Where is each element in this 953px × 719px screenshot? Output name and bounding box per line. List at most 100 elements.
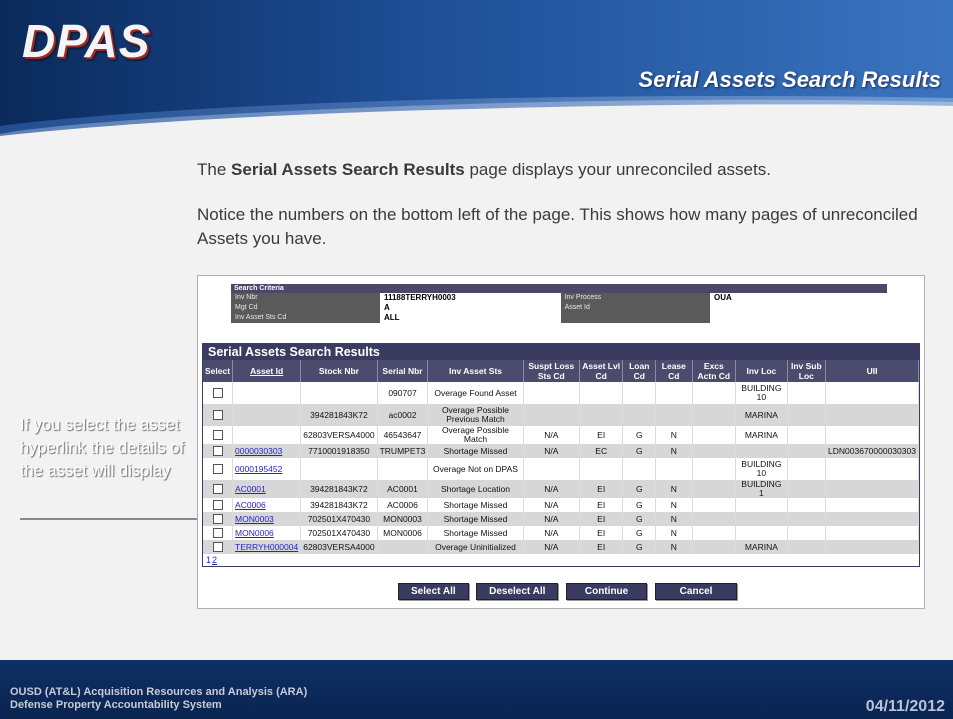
criteria-label: Inv Nbr — [231, 293, 380, 303]
cell-loc — [735, 444, 788, 458]
cell-uii — [825, 404, 919, 426]
select-checkbox[interactable] — [212, 514, 223, 524]
cell-asset — [232, 382, 302, 404]
cell-excs — [692, 540, 737, 554]
criteria-label — [560, 313, 711, 323]
cell-loc: BUILDING 1 — [735, 480, 788, 498]
cell-lvl: EI — [579, 512, 624, 526]
select-checkbox[interactable] — [212, 410, 223, 420]
search-criteria-table: Inv Nbr 11188TERRYH0003 Inv Process OUA Mgt … — [231, 293, 887, 323]
asset-id-link[interactable]: 0000030303 — [235, 446, 282, 456]
results-title: Serial Assets Search Results — [203, 344, 919, 360]
cell-serial: 090707 — [377, 382, 429, 404]
select-checkbox[interactable] — [212, 464, 223, 474]
criteria-value: ALL — [379, 313, 561, 323]
criteria-value: A — [379, 303, 561, 313]
cell-sts: Overage Not on DPAS — [427, 458, 524, 480]
cell-uii — [825, 498, 919, 512]
cell-excs — [692, 512, 737, 526]
intro-paragraph-1: The Serial Assets Search Results page di… — [197, 160, 771, 179]
select-all-button[interactable]: Select All — [398, 583, 469, 600]
deselect-all-button[interactable]: Deselect All — [476, 583, 559, 600]
cell-loc: BUILDING 10 — [735, 458, 788, 480]
cell-loan: G — [622, 498, 657, 512]
cell-excs — [692, 480, 737, 498]
select-checkbox[interactable] — [212, 446, 223, 456]
asset-id-link[interactable]: TERRYH000004 — [235, 542, 298, 552]
cell-lease: N — [655, 512, 693, 526]
criteria-value — [710, 313, 887, 323]
criteria-value — [710, 303, 887, 313]
cell-loss: N/A — [523, 498, 580, 512]
select-checkbox[interactable] — [212, 484, 223, 494]
cell-sub — [787, 444, 827, 458]
cell-stock: 702501X470430 — [300, 512, 378, 526]
cell-serial: MON0006 — [377, 526, 429, 540]
cell-loan: G — [622, 526, 657, 540]
asset-id-link[interactable]: MON0003 — [235, 514, 274, 524]
callout-text: If you select the asset hyperlink the de… — [20, 416, 185, 480]
column-header: Inv Sub Loc — [787, 360, 827, 382]
cell-asset — [232, 404, 302, 426]
select-checkbox[interactable] — [212, 430, 223, 440]
cell-sub — [787, 426, 827, 444]
table-row: 0000195452 Overage Not on DPAS BUILDING 10 — [203, 458, 919, 480]
asset-id-link[interactable]: AC0001 — [235, 484, 266, 494]
cell-stock: 62803VERSA4000 — [300, 540, 378, 554]
page-link[interactable]: 1 — [206, 555, 211, 565]
select-cell — [203, 404, 234, 426]
cell-excs — [692, 444, 737, 458]
asset-id-link[interactable]: MON0006 — [235, 528, 274, 538]
cell-serial: AC0006 — [377, 498, 429, 512]
cell-stock — [300, 382, 378, 404]
cell-serial: TRUMPET3 — [377, 444, 429, 458]
cell-loss: N/A — [523, 426, 580, 444]
select-checkbox[interactable] — [212, 528, 223, 538]
cell-uii — [825, 526, 919, 540]
select-checkbox[interactable] — [212, 500, 223, 510]
cell-uii — [825, 540, 919, 554]
cell-sub — [787, 404, 827, 426]
cell-sts: Overage Possible Previous Match — [427, 404, 524, 426]
column-header: Stock Nbr — [300, 360, 378, 382]
cell-lvl — [579, 458, 624, 480]
cell-loc: MARINA — [735, 540, 788, 554]
cell-lvl: EI — [579, 498, 624, 512]
intro-paragraph-2: Notice the numbers on the bottom left of… — [197, 205, 918, 248]
cell-sub — [787, 540, 827, 554]
criteria-label: Asset Id — [560, 303, 711, 313]
cell-lease: N — [655, 444, 693, 458]
cell-uii — [825, 426, 919, 444]
cell-lvl: EC — [579, 444, 624, 458]
cell-asset: TERRYH000004 — [232, 540, 302, 554]
cell-asset: MON0006 — [232, 526, 302, 540]
cell-loc — [735, 512, 788, 526]
select-checkbox[interactable] — [212, 542, 223, 552]
criteria-label: Inv Process — [560, 293, 711, 303]
asset-id-link[interactable]: AC0006 — [235, 500, 266, 510]
criteria-row: Mgt Cd A Asset Id — [231, 303, 887, 313]
cell-sts: Overage Uninitialized — [427, 540, 524, 554]
table-row: 090707 Overage Found Asset BUILDING 10 — [203, 382, 919, 404]
search-criteria-header: Search Criteria — [231, 284, 887, 293]
continue-button[interactable]: Continue — [565, 583, 648, 600]
cell-loss: N/A — [523, 540, 580, 554]
table-row: 394281843K72 ac0002 Overage Possible Previ… — [203, 404, 919, 426]
cell-lease: N — [655, 498, 693, 512]
table-row: TERRYH000004 62803VERSA4000 Overage Uninit… — [203, 540, 919, 554]
cell-excs — [692, 498, 737, 512]
cancel-button[interactable]: Cancel — [654, 583, 738, 600]
footer-date: 04/11/2012 — [865, 698, 945, 715]
table-row: AC0001 394281843K72 AC0001 Shortage Locatio… — [203, 480, 919, 498]
cell-loss — [523, 404, 580, 426]
criteria-value: OUA — [710, 293, 887, 303]
page-link[interactable]: 2 — [212, 555, 217, 565]
cell-loc: MARINA — [735, 404, 788, 426]
cell-sts: Shortage Missed — [427, 444, 524, 458]
column-header-asset-id[interactable]: Asset Id — [232, 360, 302, 382]
select-cell — [203, 498, 234, 512]
asset-id-link[interactable]: 0000195452 — [235, 464, 282, 474]
select-checkbox[interactable] — [212, 388, 223, 398]
cell-asset: MON0003 — [232, 512, 302, 526]
cell-uii — [825, 512, 919, 526]
